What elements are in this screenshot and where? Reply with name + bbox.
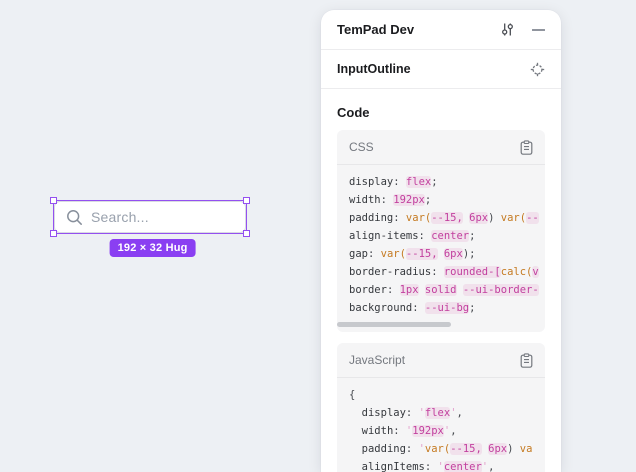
selected-node-name: InputOutline bbox=[337, 62, 530, 76]
figma-canvas: Search... 192 × 32 Hug TemPad Dev bbox=[0, 0, 636, 472]
selection-handle-se[interactable] bbox=[243, 230, 250, 237]
css-block-label: CSS bbox=[349, 140, 374, 154]
code-section-title: Code bbox=[321, 89, 561, 130]
css-code-block: CSS display: flex;width: 192px;padding: … bbox=[337, 130, 545, 332]
javascript-code[interactable]: { display: 'flex', width: '192px', paddi… bbox=[337, 378, 545, 472]
panel-title: TemPad Dev bbox=[337, 22, 500, 37]
minimize-button[interactable] bbox=[532, 28, 545, 32]
locate-node-button[interactable] bbox=[530, 62, 545, 77]
selection-handle-ne[interactable] bbox=[243, 197, 250, 204]
search-icon bbox=[66, 209, 83, 226]
size-badge: 192 × 32 Hug bbox=[110, 239, 196, 257]
selection-handle-nw[interactable] bbox=[50, 197, 57, 204]
minus-icon bbox=[532, 28, 545, 32]
scrollbar-thumb[interactable] bbox=[337, 322, 451, 327]
clipboard-icon bbox=[520, 140, 533, 155]
selection-handle-sw[interactable] bbox=[50, 230, 57, 237]
tempad-dev-panel: TemPad Dev InputOutline bbox=[321, 10, 561, 472]
javascript-block-header: JavaScript bbox=[337, 343, 545, 378]
search-input-frame[interactable]: Search... bbox=[54, 201, 246, 233]
selected-node-row: InputOutline bbox=[321, 50, 561, 89]
search-placeholder: Search... bbox=[91, 209, 149, 225]
javascript-block-label: JavaScript bbox=[349, 353, 405, 367]
javascript-code-block: JavaScript { display: 'flex', width: '19… bbox=[337, 343, 545, 472]
copy-javascript-button[interactable] bbox=[520, 353, 533, 368]
copy-css-button[interactable] bbox=[520, 140, 533, 155]
css-horizontal-scrollbar[interactable] bbox=[337, 321, 545, 332]
crosshair-icon bbox=[530, 62, 545, 77]
css-code[interactable]: display: flex;width: 192px;padding: var(… bbox=[337, 165, 545, 321]
css-block-header: CSS bbox=[337, 130, 545, 165]
sliders-icon bbox=[500, 22, 515, 37]
panel-header: TemPad Dev bbox=[321, 10, 561, 50]
settings-sliders-button[interactable] bbox=[500, 22, 515, 37]
clipboard-icon bbox=[520, 353, 533, 368]
selected-search-component[interactable]: Search... 192 × 32 Hug bbox=[54, 201, 246, 233]
